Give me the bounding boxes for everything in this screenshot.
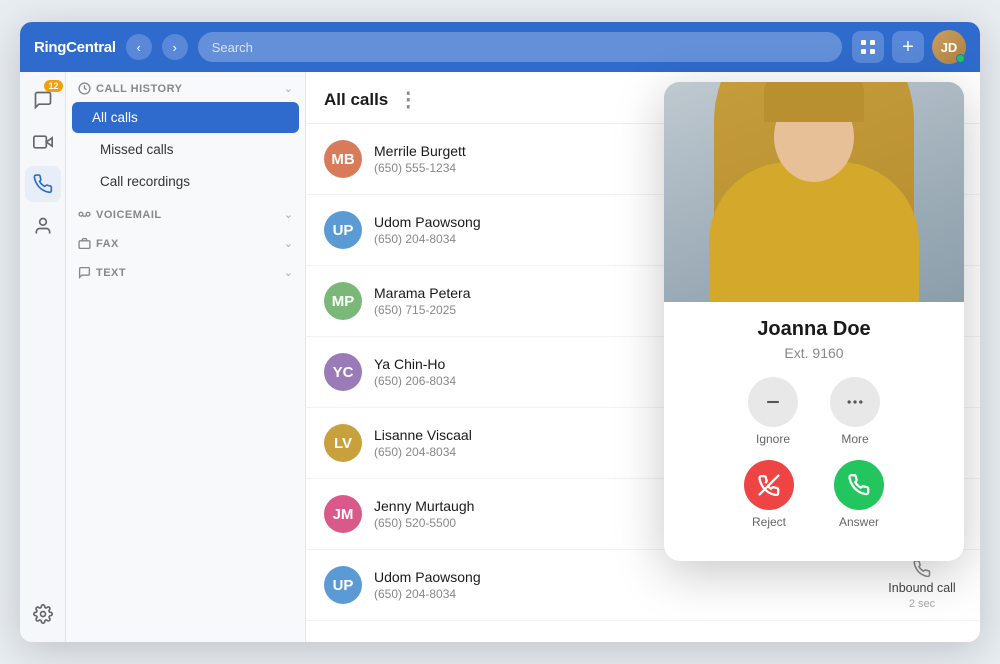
caller-avatar: MP — [324, 282, 362, 320]
answer-label: Answer — [839, 515, 879, 529]
more-options-icon[interactable]: ⋮ — [398, 87, 418, 112]
caller-avatar: JM — [324, 495, 362, 533]
left-nav: 12 — [20, 72, 66, 642]
call-final-row: Reject Answer — [682, 460, 946, 549]
call-duration: 2 sec — [909, 598, 935, 610]
text-chevron: ⌄ — [284, 266, 293, 279]
caller-card-name: Joanna Doe — [682, 318, 946, 341]
answer-phone-icon — [848, 474, 870, 496]
caller-name: Udom Paowsong — [374, 569, 870, 585]
app-logo: RingCentral — [34, 39, 116, 56]
sidebar: CALL HISTORY ⌄ All calls Missed calls Ca… — [66, 72, 306, 642]
call-type-label: Inbound call — [888, 581, 955, 595]
online-status-indicator — [956, 54, 965, 63]
caller-card-ext: Ext. 9160 — [682, 345, 946, 361]
more-action[interactable]: More — [830, 377, 880, 446]
call-status: Inbound call 2 sec — [882, 560, 962, 610]
incoming-call-card: Joanna Doe Ext. 9160 Ignore More — [664, 82, 964, 561]
fax-section-header[interactable]: FAX ⌄ — [66, 227, 305, 256]
more-button[interactable] — [830, 377, 880, 427]
caller-card-info: Joanna Doe Ext. 9160 Ignore More — [664, 302, 964, 561]
caller-number: (650) 204-8034 — [374, 587, 870, 601]
call-actions-row: Ignore More — [682, 377, 946, 446]
sidebar-item-messages[interactable]: 12 — [25, 82, 61, 118]
call-history-label: CALL HISTORY — [78, 82, 182, 95]
caller-avatar: YC — [324, 353, 362, 391]
sidebar-item-video[interactable] — [25, 124, 61, 160]
search-input[interactable] — [198, 32, 842, 62]
caller-photo — [664, 82, 964, 302]
minus-icon — [763, 392, 783, 412]
sidebar-item-all-calls[interactable]: All calls — [72, 102, 299, 133]
text-section-header[interactable]: TEXT ⌄ — [66, 256, 305, 285]
apps-grid-button[interactable] — [852, 31, 884, 63]
ignore-button[interactable] — [748, 377, 798, 427]
reject-label: Reject — [752, 515, 786, 529]
reject-action[interactable]: Reject — [744, 460, 794, 529]
settings-button[interactable] — [25, 596, 61, 632]
nav-forward-button[interactable]: › — [162, 34, 188, 60]
more-label: More — [841, 432, 868, 446]
reject-phone-icon — [758, 474, 780, 496]
call-history-section-header[interactable]: CALL HISTORY ⌄ — [66, 72, 305, 101]
caller-avatar: LV — [324, 424, 362, 462]
sidebar-item-call-recordings[interactable]: Call recordings — [72, 166, 299, 197]
answer-action[interactable]: Answer — [834, 460, 884, 529]
fax-label: FAX — [78, 237, 119, 250]
add-button[interactable]: + — [892, 31, 924, 63]
app-window: RingCentral ‹ › + JD — [20, 22, 980, 642]
more-dots-icon — [845, 392, 865, 412]
nav-back-button[interactable]: ‹ — [126, 34, 152, 60]
top-bar-actions: + JD — [852, 30, 966, 64]
text-label: TEXT — [78, 266, 126, 279]
caller-avatar: UP — [324, 211, 362, 249]
call-history-chevron: ⌄ — [284, 82, 293, 95]
caller-avatar: MB — [324, 140, 362, 178]
sidebar-item-contacts[interactable] — [25, 208, 61, 244]
sidebar-item-phone[interactable] — [25, 166, 61, 202]
caller-avatar: UP — [324, 566, 362, 604]
messages-badge: 12 — [44, 80, 62, 92]
answer-button[interactable] — [834, 460, 884, 510]
reject-button[interactable] — [744, 460, 794, 510]
call-type-icon — [913, 560, 931, 578]
fax-chevron: ⌄ — [284, 237, 293, 250]
ignore-label: Ignore — [756, 432, 790, 446]
call-list-title: All calls ⋮ — [324, 87, 418, 112]
avatar-container: JD — [932, 30, 966, 64]
sidebar-item-missed-calls[interactable]: Missed calls — [72, 134, 299, 165]
voicemail-chevron: ⌄ — [284, 208, 293, 221]
caller-info: Udom Paowsong (650) 204-8034 — [374, 569, 870, 601]
ignore-action[interactable]: Ignore — [748, 377, 798, 446]
voicemail-label: VOICEMAIL — [78, 208, 162, 221]
voicemail-section-header[interactable]: VOICEMAIL ⌄ — [66, 198, 305, 227]
top-bar: RingCentral ‹ › + JD — [20, 22, 980, 72]
